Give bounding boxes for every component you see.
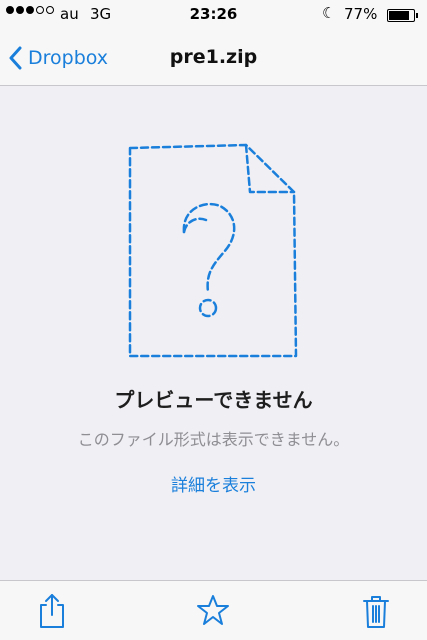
show-details-link[interactable]: 詳細を表示	[0, 471, 427, 496]
battery-icon	[387, 9, 418, 22]
preview-area: プレビューできません このファイル形式は表示できません。 詳細を表示	[0, 86, 427, 580]
status-bar: au 3G 23:26 ☾ 77%	[0, 0, 427, 30]
unsupported-format-message: このファイル形式は表示できません。	[77, 430, 350, 449]
bottom-toolbar	[0, 580, 427, 640]
battery-fill	[389, 11, 410, 20]
favorite-button[interactable]	[195, 591, 231, 631]
navigation-bar: Dropbox pre1.zip	[0, 30, 427, 86]
battery-percentage: 77%	[344, 5, 378, 23]
star-icon	[197, 595, 229, 625]
delete-button[interactable]	[358, 591, 394, 631]
moon-icon: ☾	[322, 4, 336, 22]
share-icon	[40, 594, 64, 628]
trash-icon	[363, 596, 389, 628]
preview-unavailable-heading: プレビューできません	[114, 388, 313, 412]
battery-tip	[416, 13, 418, 18]
share-button[interactable]	[34, 591, 70, 631]
page-title: pre1.zip	[169, 46, 258, 68]
unknown-file-icon	[128, 143, 298, 358]
